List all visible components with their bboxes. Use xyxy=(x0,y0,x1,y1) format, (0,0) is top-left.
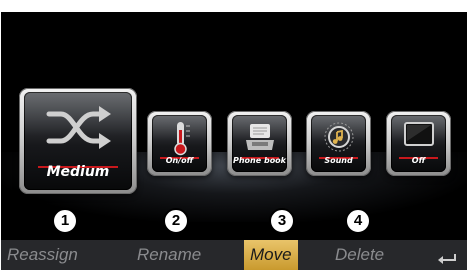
callout-4: 4 xyxy=(345,208,371,234)
callout-3: 3 xyxy=(269,208,295,234)
back-arrow-icon[interactable] xyxy=(437,249,457,264)
tile-label: Off xyxy=(411,156,426,165)
callout-2: 2 xyxy=(163,208,189,234)
tile-label: On/off xyxy=(165,156,194,165)
reassign-button[interactable]: Reassign xyxy=(7,240,78,270)
display-off-icon xyxy=(391,120,446,150)
favorite-tile-phone-book[interactable]: Phone book xyxy=(227,111,292,176)
tile-label: Sound xyxy=(324,156,353,165)
callout-1: 1 xyxy=(52,208,78,234)
favorite-tile-off[interactable]: Off xyxy=(386,111,451,176)
tile-label: Phone book xyxy=(233,156,286,165)
sound-knob-icon xyxy=(311,120,366,154)
favorite-tile-medium[interactable]: Medium xyxy=(19,88,137,194)
softkey-bar: Reassign Rename Move Delete xyxy=(1,240,467,270)
favorite-tile-on-off[interactable]: On/off xyxy=(147,111,212,176)
rename-button[interactable]: Rename xyxy=(137,240,201,270)
favorite-tile-sound[interactable]: Sound xyxy=(306,111,371,176)
tile-label: Medium xyxy=(46,164,110,180)
shuffle-icon xyxy=(24,100,132,155)
move-button[interactable]: Move xyxy=(244,240,298,270)
phone-book-icon xyxy=(232,120,287,154)
delete-button[interactable]: Delete xyxy=(335,240,384,270)
thermometer-icon xyxy=(152,120,207,156)
